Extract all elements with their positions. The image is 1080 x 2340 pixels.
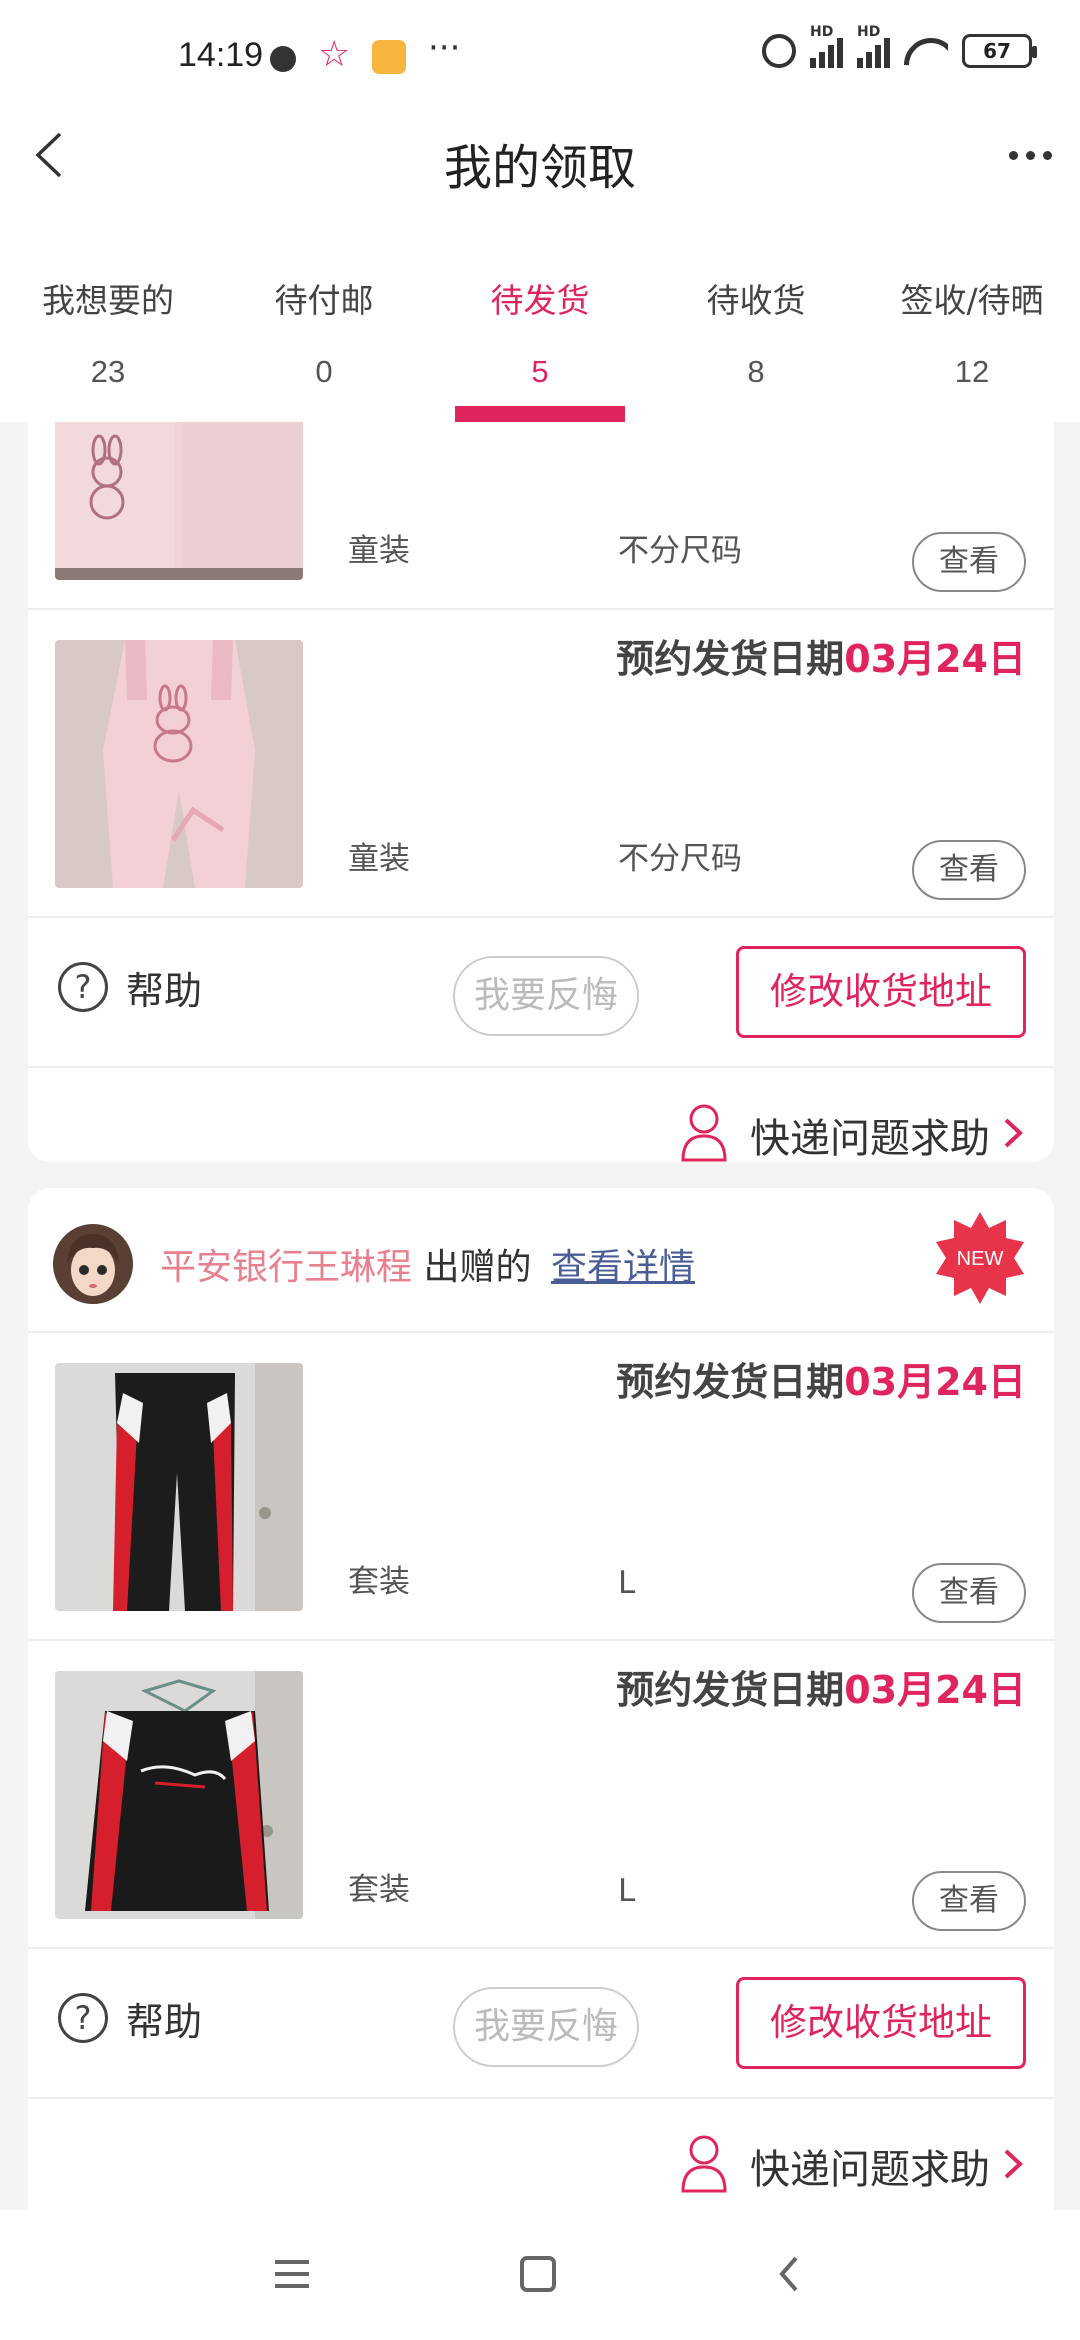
tab-label: 签收/待晒 [900, 281, 1044, 320]
status-time: 14:19 [178, 36, 264, 74]
donor-name[interactable]: 平安银行王琳程 [160, 1247, 412, 1288]
tab-pending-shipment[interactable]: 待发货 5 [432, 250, 648, 422]
donor-suffix: 出赠的 [423, 1247, 532, 1288]
item-size: L [618, 1565, 636, 1601]
hd-label: HD [810, 24, 834, 40]
system-nav-bar [0, 2210, 1080, 2340]
tab-label: 待收货 [706, 281, 806, 320]
order-card: 童装 不分尺码 查看 预约发货日期03月24日 童装 不分尺码 查看 ? 帮助 … [28, 422, 1054, 1162]
recent-apps-icon[interactable] [275, 2260, 309, 2296]
order-card: 平安银行王琳程 出赠的 查看详情 NEW 预约发货日期03月24日 套装 L 查… [28, 1188, 1054, 2210]
regret-button[interactable]: 我要反悔 [453, 1987, 639, 2067]
alarm-icon [762, 34, 796, 68]
view-button[interactable]: 查看 [912, 532, 1026, 592]
help-label[interactable]: 帮助 [126, 960, 202, 1015]
tab-label: 我想要的 [42, 281, 174, 320]
item-size: 不分尺码 [618, 841, 742, 877]
view-button[interactable]: 查看 [912, 840, 1026, 900]
modify-address-button[interactable]: 修改收货地址 [736, 946, 1026, 1038]
date-prefix: 预约发货日期 [616, 1360, 845, 1404]
star-icon: ☆ [318, 34, 351, 75]
shipping-date: 预约发货日期03月24日 [616, 1351, 1026, 1406]
tab-label: 待付邮 [274, 281, 374, 320]
date-value: 03月24日 [844, 1668, 1026, 1712]
back-icon[interactable] [774, 2254, 804, 2294]
express-help-row[interactable]: 快递问题求助 [28, 2099, 1054, 2210]
date-value: 03月24日 [844, 637, 1026, 681]
list-item[interactable]: 预约发货日期03月24日 套装 L 查看 [28, 1641, 1054, 1949]
donor-info: 平安银行王琳程 出赠的 查看详情 [160, 1238, 695, 1290]
status-icons: HD HD 67 [762, 24, 1037, 68]
list-item[interactable]: 预约发货日期03月24日 套装 L 查看 [28, 1333, 1054, 1641]
product-image[interactable] [55, 422, 303, 580]
status-tabs: 我想要的 23 待付邮 0 待发货 5 待收货 8 签收/待晒 12 [0, 250, 1080, 422]
status-bar: 14:19 ☆ ··· HD HD 67 [0, 0, 1080, 120]
card-actions: ? 帮助 我要反悔 修改收货地址 [28, 1949, 1054, 2099]
person-icon [681, 1104, 727, 1162]
wifi-icon [904, 34, 948, 68]
tab-signed[interactable]: 签收/待晒 12 [864, 250, 1080, 422]
shipping-date: 预约发货日期03月24日 [616, 628, 1026, 683]
tab-count: 8 [747, 354, 765, 389]
view-button[interactable]: 查看 [912, 1563, 1026, 1623]
date-value: 03月24日 [844, 1360, 1026, 1404]
tab-wanted[interactable]: 我想要的 23 [0, 250, 216, 422]
app-notification-icon [372, 40, 406, 74]
product-image[interactable] [55, 640, 303, 888]
item-size: L [618, 1873, 636, 1909]
list-item[interactable]: 预约发货日期03月24日 童装 不分尺码 查看 [28, 610, 1054, 918]
more-options-icon[interactable] [1000, 130, 1060, 180]
tab-count: 0 [315, 354, 333, 389]
page-title: 我的领取 [443, 140, 636, 196]
new-badge-label: NEW [957, 1248, 1004, 1270]
item-category: 套装 [348, 1872, 410, 1908]
person-icon [681, 2135, 727, 2193]
signal-icon-2: HD [857, 24, 890, 68]
item-category: 套装 [348, 1564, 410, 1600]
battery-icon: 67 [962, 34, 1037, 68]
product-image[interactable] [55, 1363, 303, 1611]
home-icon[interactable] [520, 2256, 556, 2292]
tab-count: 12 [954, 354, 990, 389]
shipping-date: 预约发货日期03月24日 [616, 1659, 1026, 1714]
hd-label-2: HD [857, 24, 881, 40]
chevron-right-icon [1004, 1118, 1023, 1148]
avatar[interactable] [53, 1224, 133, 1304]
more-notifications-icon: ··· [428, 28, 461, 68]
tab-label: 待发货 [490, 281, 590, 320]
tab-pending-postage[interactable]: 待付邮 0 [216, 250, 432, 422]
express-help-row[interactable]: 快递问题求助 [28, 1068, 1054, 1162]
tab-pending-receipt[interactable]: 待收货 8 [648, 250, 864, 422]
signal-icon: HD [810, 24, 843, 68]
list-item[interactable]: 童装 不分尺码 查看 [28, 422, 1054, 610]
view-button[interactable]: 查看 [912, 1871, 1026, 1931]
date-prefix: 预约发货日期 [616, 1668, 845, 1712]
order-list[interactable]: 童装 不分尺码 查看 预约发货日期03月24日 童装 不分尺码 查看 ? 帮助 … [0, 422, 1080, 2210]
help-icon[interactable]: ? [58, 1993, 108, 2043]
item-size: 不分尺码 [618, 533, 742, 569]
tab-count: 5 [531, 354, 549, 389]
date-prefix: 预约发货日期 [616, 637, 845, 681]
card-actions: ? 帮助 我要反悔 修改收货地址 [28, 918, 1054, 1068]
new-badge-icon: NEW [936, 1212, 1024, 1304]
regret-button[interactable]: 我要反悔 [453, 956, 639, 1036]
view-details-link[interactable]: 查看详情 [551, 1247, 695, 1288]
express-help-label: 快递问题求助 [750, 2147, 990, 2193]
help-label[interactable]: 帮助 [126, 1991, 202, 2046]
tab-count: 23 [90, 354, 126, 389]
help-icon[interactable]: ? [58, 962, 108, 1012]
donor-header: 平安银行王琳程 出赠的 查看详情 NEW [28, 1188, 1054, 1333]
notification-dot-icon [270, 46, 296, 72]
product-image[interactable] [55, 1671, 303, 1919]
express-help-label: 快递问题求助 [750, 1116, 990, 1162]
chevron-right-icon [1004, 2149, 1023, 2179]
item-category: 童装 [348, 533, 410, 569]
modify-address-button[interactable]: 修改收货地址 [736, 1977, 1026, 2069]
item-category: 童装 [348, 841, 410, 877]
